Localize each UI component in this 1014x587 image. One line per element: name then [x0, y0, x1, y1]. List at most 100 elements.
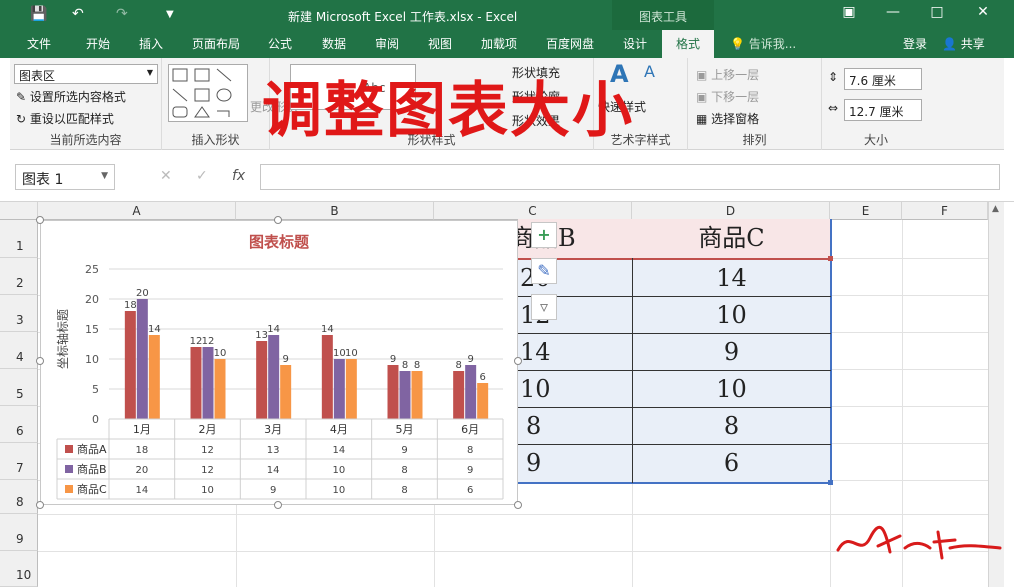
column-header-a[interactable]: A [38, 202, 236, 220]
column-header-e[interactable]: E [830, 202, 902, 220]
row-header-10[interactable]: 10 [0, 551, 38, 587]
tab-view[interactable]: 视图 [428, 30, 452, 58]
cell-d3[interactable]: 10 [632, 297, 831, 334]
undo-icon[interactable]: ↶ [72, 6, 84, 22]
shapes-gallery[interactable] [168, 64, 248, 122]
row-header-5[interactable]: 5 [0, 369, 38, 406]
row-header-2[interactable]: 2 [0, 258, 38, 295]
chart-area[interactable]: 图表标题 坐标轴标题 0 5 10 15 20 25 18 12 13 14 9 8 20 12 14 10 8… [40, 220, 518, 505]
row-header-1[interactable]: 1 [0, 220, 38, 258]
selection-pane-button[interactable]: ▦ 选择窗格 [696, 110, 759, 127]
cell-b7[interactable]: 9 [526, 445, 541, 482]
cell-d2[interactable]: 14 [632, 260, 831, 297]
text-fill-icon[interactable]: A [644, 62, 655, 81]
cell-d5[interactable]: 10 [632, 371, 831, 408]
maximize-icon[interactable]: □ [922, 4, 952, 20]
minimize-icon[interactable]: — [878, 4, 908, 20]
cell-d6[interactable]: 8 [632, 408, 831, 445]
resize-handle-left[interactable] [36, 357, 44, 365]
insert-function-icon[interactable]: fx [232, 168, 245, 184]
cell-b5[interactable]: 10 [520, 371, 551, 408]
tab-design[interactable]: 设计 [623, 30, 647, 58]
tab-baidu-netdisk[interactable]: 百度网盘 [546, 30, 594, 58]
tab-page-layout[interactable]: 页面布局 [192, 30, 240, 58]
tab-insert[interactable]: 插入 [139, 30, 163, 58]
select-all-corner[interactable] [0, 202, 38, 220]
shape-height-value: 7.6 厘米 [849, 74, 896, 88]
share-button[interactable]: 👤 共享 [942, 30, 985, 58]
width-icon: ⇔ [828, 101, 839, 115]
bar [465, 365, 477, 419]
group-size: ⇕ 7.6 厘米 ⇔ 12.7 厘米 大小 [822, 58, 930, 150]
y-tick-label: 20 [85, 293, 99, 306]
tab-formulas[interactable]: 公式 [268, 30, 292, 58]
format-selection-button[interactable]: ✎ 设置所选内容格式 [16, 88, 126, 105]
header-cell-c[interactable]: 商品C [632, 219, 831, 258]
shape-width-input[interactable]: 12.7 厘米 [844, 99, 922, 121]
chart-title[interactable]: 图表标题 [249, 233, 310, 251]
cancel-icon[interactable]: ✕ [160, 168, 172, 184]
bar [477, 383, 489, 419]
send-backward-button[interactable]: ▣ 下移一层 [696, 88, 759, 105]
row-header-9[interactable]: 9 [0, 514, 38, 551]
resize-handle-bottom-right[interactable] [514, 501, 522, 509]
cell-b6[interactable]: 8 [526, 408, 541, 445]
legend-key [65, 485, 73, 493]
scroll-up-icon[interactable]: ▲ [992, 204, 999, 214]
row-header-3[interactable]: 3 [0, 295, 38, 332]
cell-b4[interactable]: 14 [520, 334, 551, 371]
bar [453, 371, 465, 419]
resize-handle-bottom-left[interactable] [36, 501, 44, 509]
data-label: 13 [255, 330, 268, 341]
reset-style-button[interactable]: ↻ 重设以匹配样式 [16, 110, 114, 127]
bar [124, 311, 136, 419]
chart-tools-context-label: 图表工具 [612, 0, 714, 30]
close-icon[interactable]: ✕ [968, 4, 998, 20]
plot-area[interactable]: 0510152025181213149820121410891410910861… [56, 263, 504, 500]
tab-addins[interactable]: 加载项 [481, 30, 517, 58]
row-header-8[interactable]: 8 [0, 480, 38, 514]
ribbon-display-options-icon[interactable]: ▣ [834, 4, 864, 20]
sign-in-link[interactable]: 登录 [903, 30, 927, 58]
row-header-6[interactable]: 6 [0, 406, 38, 443]
data-table-cell: 6 [467, 485, 473, 496]
name-box[interactable]: 图表 1 ▼ [15, 164, 115, 190]
y-axis-title[interactable]: 坐标轴标题 [55, 309, 70, 369]
enter-icon[interactable]: ✓ [196, 168, 208, 184]
tab-data[interactable]: 数据 [322, 30, 346, 58]
resize-handle-top[interactable] [274, 216, 282, 224]
resize-handle-right[interactable] [514, 357, 522, 365]
row-header-4[interactable]: 4 [0, 332, 38, 369]
tab-review[interactable]: 审阅 [375, 30, 399, 58]
chart-elements-combo[interactable]: 图表区 ▼ [14, 64, 158, 84]
column-header-c[interactable]: C [434, 202, 632, 220]
tab-format[interactable]: 格式 [662, 30, 715, 58]
resize-handle-bottom[interactable] [274, 501, 282, 509]
shape-height-input[interactable]: 7.6 厘米 [844, 68, 922, 90]
cell-d7[interactable]: 6 [632, 445, 831, 482]
tab-file[interactable]: 文件 [27, 30, 51, 58]
share-label: 共享 [960, 37, 985, 51]
formula-input[interactable] [260, 164, 1000, 190]
column-header-d[interactable]: D [632, 202, 830, 220]
ribbon-tabs: 文件 开始 插入 页面布局 公式 数据 审阅 视图 加载项 百度网盘 设计 格式… [0, 30, 1014, 58]
bring-forward-button[interactable]: ▣ 上移一层 [696, 66, 759, 83]
legend-label: 商品A [77, 442, 107, 456]
resize-handle-top-left[interactable] [36, 216, 44, 224]
redo-icon[interactable]: ↷ [116, 6, 128, 22]
tell-me-search[interactable]: 💡 告诉我... [730, 30, 796, 58]
customize-toolbar-icon[interactable]: ▼ [166, 9, 174, 20]
chart-styles-brush-icon[interactable]: ✎ [531, 258, 557, 284]
x-category-label: 1月 [133, 423, 151, 436]
column-header-b[interactable]: B [236, 202, 434, 220]
save-icon[interactable]: 💾 [30, 6, 47, 22]
chart-elements-plus-icon[interactable]: + [531, 222, 557, 248]
row-header-7[interactable]: 7 [0, 443, 38, 480]
bar [256, 341, 268, 419]
chart-filter-icon[interactable]: ▿ [531, 294, 557, 320]
column-header-f[interactable]: F [902, 202, 988, 220]
cell-d4[interactable]: 9 [632, 334, 831, 371]
tell-me-text: 告诉我... [748, 37, 797, 51]
data-label: 8 [414, 360, 420, 371]
tab-home[interactable]: 开始 [86, 30, 110, 58]
